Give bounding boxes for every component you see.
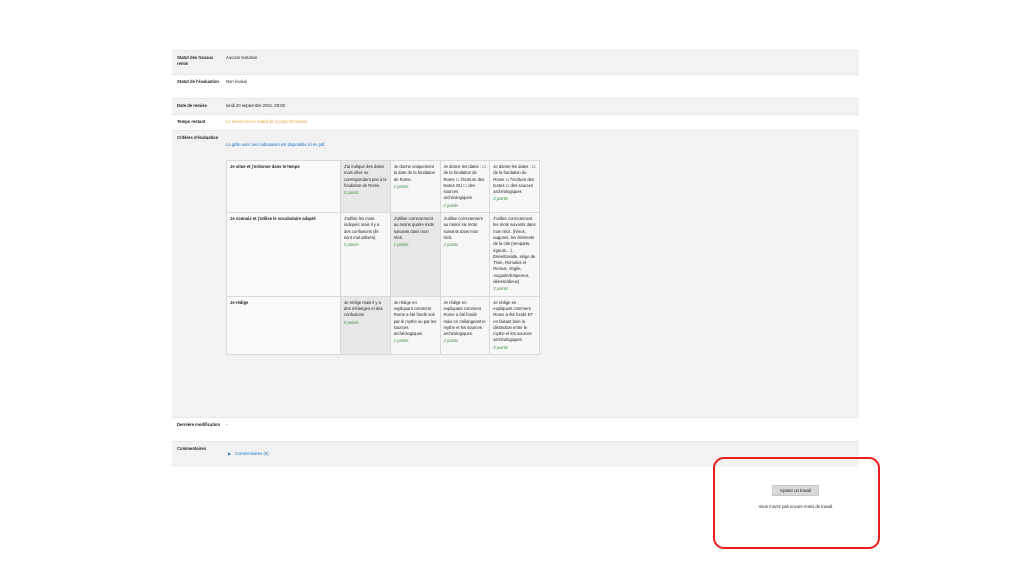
rubric-level: Je rédige mais il y a des mélanges et de… [340, 295, 391, 356]
submission-actions-highlight: Ajouter un travail Vous n'avez pas encor… [713, 457, 880, 549]
status-row-last-modified: Dernière modification - [172, 417, 859, 441]
rubric-row: Je rédige Je rédige mais il y a des méla… [226, 295, 540, 356]
submission-status-value: Aucune tentative [226, 55, 258, 60]
rubric-level-points: 2 points [443, 338, 459, 344]
rubric-level-text: Je donne les dates : ☐ de la fondation d… [443, 164, 486, 201]
rubric-level: J'utilise correctement les mots suivants… [489, 212, 540, 297]
time-remaining-label: Temps restant [177, 119, 206, 124]
rubric-level-text: Je rédige en expliquant comment Rome a é… [493, 299, 533, 343]
grading-rubric: Je situe et j'ordonne dans le temps J'ai… [226, 159, 540, 356]
add-submission-button[interactable]: Ajouter un travail [772, 485, 819, 496]
rubric-level-text: J'ai indiqué des dates mais elles ne cor… [344, 164, 387, 188]
status-row-submission: Statut des travaux remis Aucune tentativ… [172, 50, 859, 74]
rubric-level-text: Je donne les dates : ☐ de la fondation d… [493, 164, 536, 195]
rubric-level: J'utilise correctement au moins six mots… [439, 212, 491, 297]
rubric-level-points: 0 points [344, 319, 359, 325]
comments-label: Commentaires [177, 446, 207, 451]
rubric-level-points: 2 points [443, 202, 459, 208]
rubric-level-points: 1 points [393, 242, 409, 248]
criteria-label: Critères d'évaluation [177, 135, 219, 140]
rubric-level: Je donne uniquement la date de la fondat… [389, 159, 441, 214]
rubric-level-points: 3 points [493, 344, 508, 350]
rubric-level-text: Je rédige en expliquant comment Rome a é… [443, 299, 486, 337]
rubric-level-text: J'utilise correctement au moins six mots… [443, 216, 483, 240]
rubric-level-points: 3 points [493, 196, 508, 202]
submission-status-label: Statut des travaux remis [177, 55, 214, 66]
rubric-level: J'utilise les mots indiqués mais il y a … [340, 212, 391, 297]
rubric-criterion: Je situe et j'ordonne dans le temps [226, 159, 341, 214]
criteria-value: La grille avec ses indicateurs est dispo… [222, 131, 859, 417]
status-row-criteria: Critères d'évaluation La grille avec ses… [172, 130, 859, 417]
rubric-row: Je connais et j'utilise le vocabulaire a… [226, 212, 540, 297]
rubric-level-points: 3 points [493, 286, 508, 292]
rubric-level: Je donne les dates : ☐ de la fondation d… [489, 159, 540, 214]
rubric-level-points: 0 points [344, 190, 359, 196]
rubric-level-text: Je donne uniquement la date de la fondat… [393, 164, 435, 182]
rubric-level-points: 2 points [443, 242, 459, 248]
rubric-level: Je rédige en expliquant comment Rome a é… [489, 295, 540, 356]
rubric-level-text: J'utilise correctement les mots suivants… [493, 216, 536, 285]
rubric-level: Je rédige en expliquant comment Rome a é… [439, 295, 491, 356]
rubric-level: Je donne les dates : ☐ de la fondation d… [439, 159, 491, 214]
rubric-level-points: 0 points [344, 242, 359, 248]
rubric-criterion: Je rédige [226, 295, 341, 356]
grading-status-label: Statut de l'évaluation [177, 79, 219, 84]
status-row-grading: Statut de l'évaluation Non évalué [172, 74, 859, 98]
rubric-criterion: Je connais et j'utilise le vocabulaire a… [226, 212, 341, 297]
rubric-level: J'ai indiqué des dates mais elles ne cor… [340, 159, 391, 214]
time-remaining-value: Le devoir est en retard de 4 jours 23 he… [226, 119, 308, 124]
status-row-due-date: Date de remise lundi 20 septembre 2021, … [172, 98, 859, 114]
caret-right-icon: ▶ [228, 451, 232, 456]
rubric-level-text: J'utilise les mots indiqués mais il y a … [344, 216, 380, 240]
last-modified-label: Dernière modification [177, 422, 221, 427]
submission-status-table: Statut des travaux remis Aucune tentativ… [172, 50, 859, 467]
rubric-level-points: 1 points [393, 338, 409, 344]
rubric-level-text: Je rédige mais il y a des mélanges et de… [344, 299, 383, 318]
due-date-value: lundi 20 septembre 2021, 00:00 [226, 103, 285, 108]
rubric-pdf-link[interactable]: La grille avec ses indicateurs est dispo… [226, 142, 855, 148]
rubric-level-points: 1 points [393, 183, 409, 189]
rubric-level-text: Je rédige en expliquant comment Rome a é… [393, 299, 437, 337]
grading-status-value: Non évalué [226, 79, 248, 84]
rubric-row: Je situe et j'ordonne dans le temps J'ai… [226, 159, 540, 214]
no-submission-message: Vous n'avez pas encore remis de travail. [758, 504, 834, 509]
rubric-level: J'utilise correctement au moins quatre m… [389, 212, 441, 297]
comments-link[interactable]: Commentaires (0) [235, 451, 269, 457]
due-date-label: Date de remise [177, 103, 207, 108]
status-row-time-remaining: Temps restant Le devoir est en retard de… [172, 114, 859, 130]
rubric-level: Je rédige en expliquant comment Rome a é… [389, 295, 441, 356]
last-modified-value: - [226, 422, 228, 427]
rubric-level-text: J'utilise correctement au moins quatre m… [393, 216, 435, 240]
